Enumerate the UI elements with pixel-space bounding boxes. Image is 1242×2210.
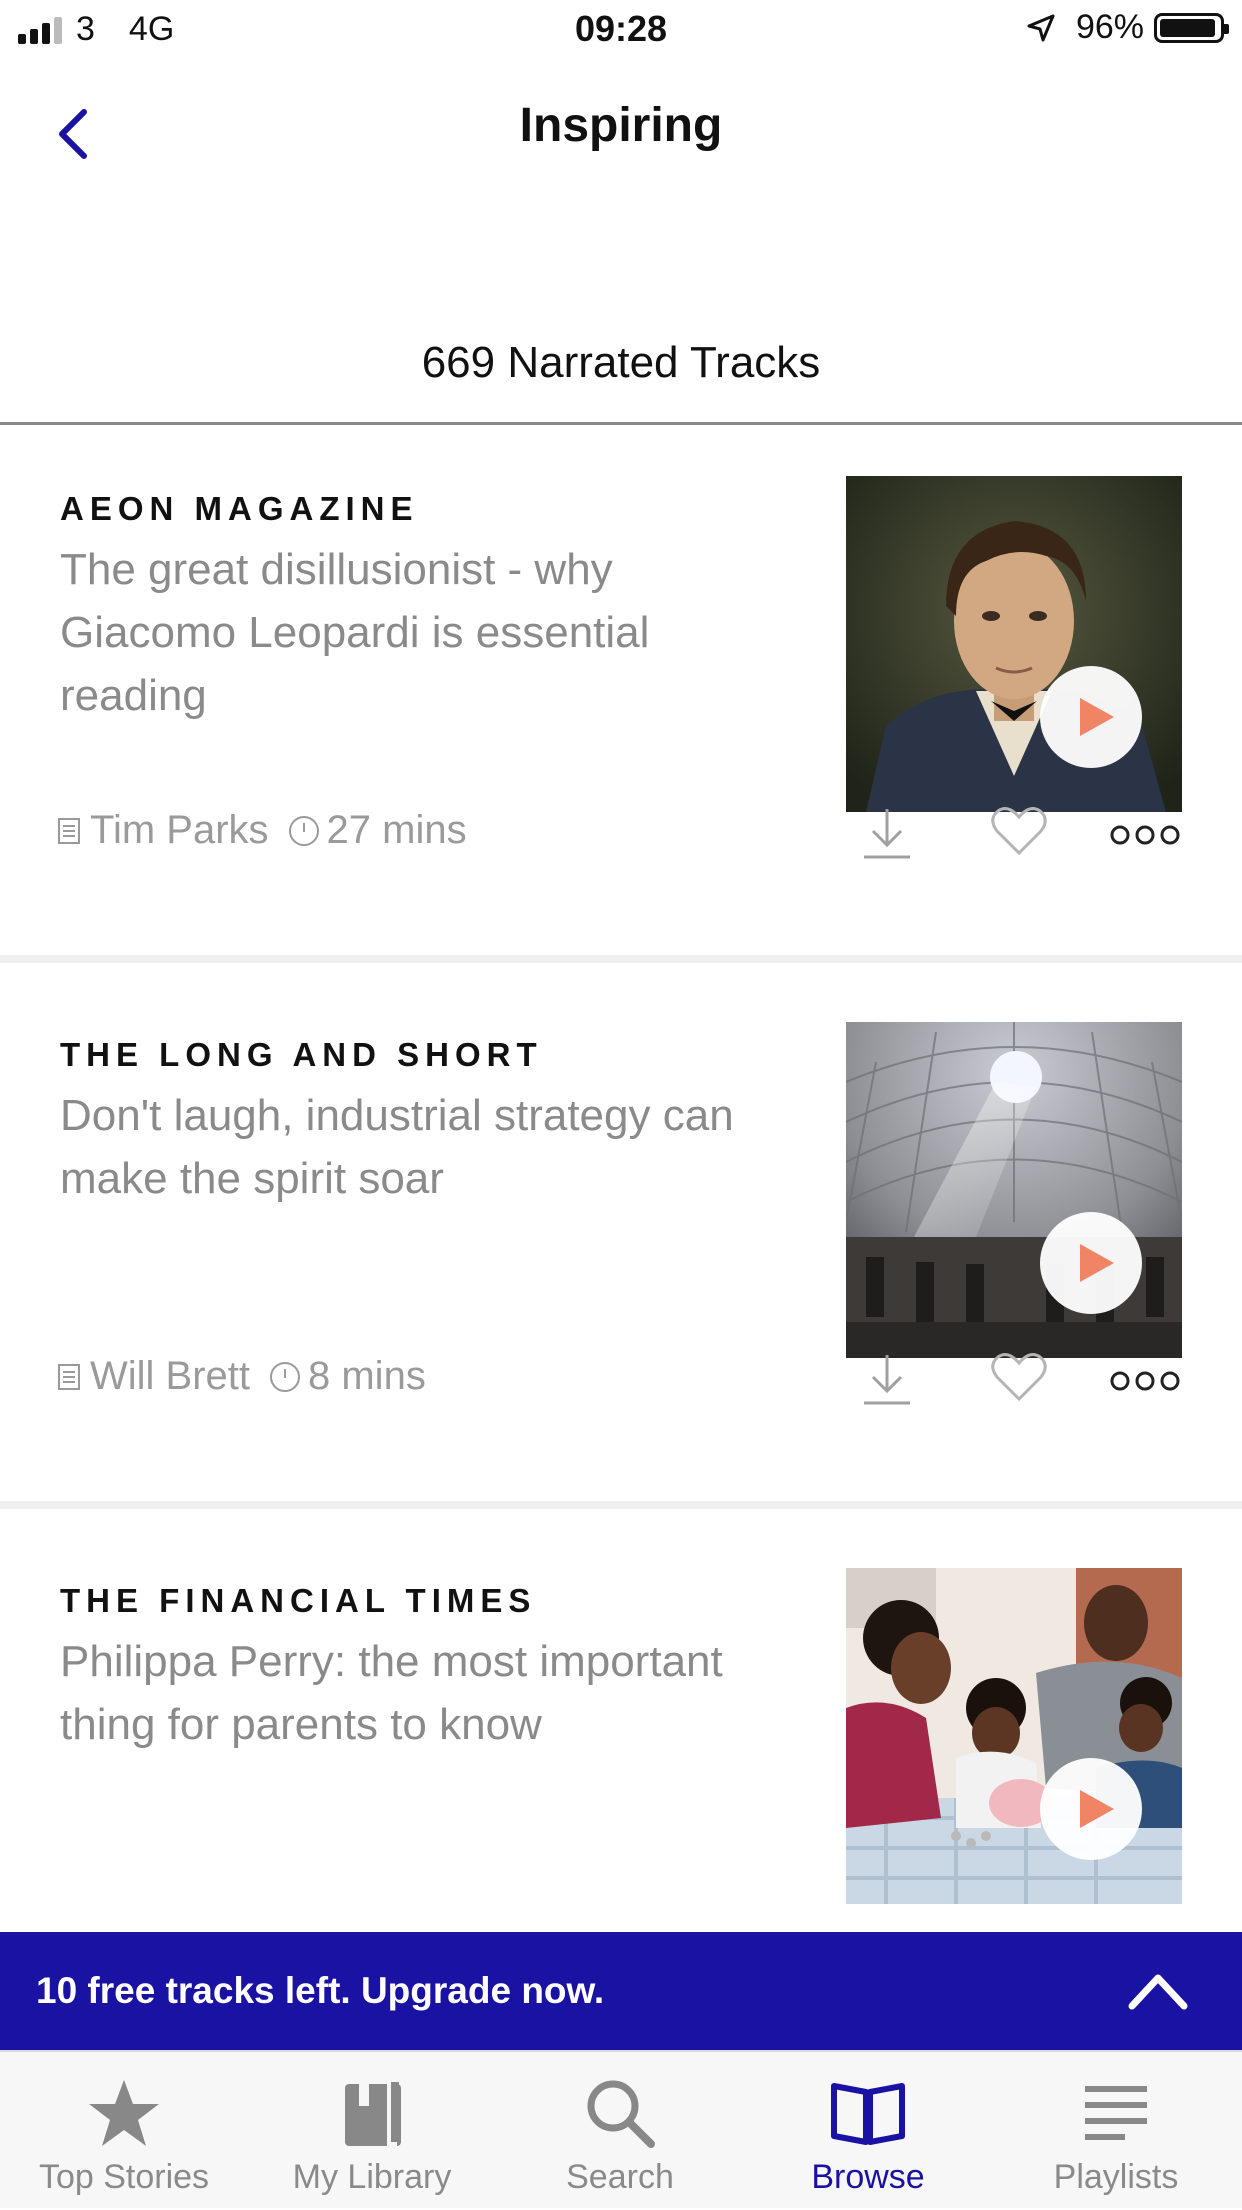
track-source: THE LONG AND SHORT bbox=[60, 1036, 543, 1073]
play-button[interactable] bbox=[1040, 666, 1142, 768]
more-options-icon[interactable] bbox=[1110, 1349, 1180, 1405]
battery-icon bbox=[1154, 12, 1229, 43]
more-options-icon[interactable] bbox=[1110, 803, 1180, 859]
track-actions bbox=[860, 1349, 1190, 1409]
track-meta: Tim Parks 27 mins bbox=[58, 808, 467, 853]
track-actions bbox=[860, 803, 1190, 863]
track-image-pantheon[interactable] bbox=[846, 1022, 1182, 1358]
track-title[interactable]: Don't laugh, industrial strategy can mak… bbox=[60, 1084, 760, 1210]
document-icon bbox=[58, 1363, 80, 1390]
portrait-painting-image bbox=[846, 476, 1182, 812]
chevron-up-icon[interactable] bbox=[1126, 1968, 1190, 2012]
status-right: 96% bbox=[1026, 8, 1229, 47]
play-button[interactable] bbox=[1040, 1212, 1142, 1314]
clock-icon bbox=[270, 1361, 300, 1392]
tab-label: Top Stories bbox=[38, 2158, 210, 2196]
tab-browse[interactable]: Browse bbox=[744, 2052, 992, 2210]
heart-icon[interactable] bbox=[990, 803, 1048, 859]
track-separator bbox=[0, 955, 1242, 963]
track-author: Tim Parks bbox=[90, 808, 269, 852]
track-image-portrait[interactable] bbox=[846, 476, 1182, 812]
tab-label: Search bbox=[566, 2158, 674, 2196]
tab-playlists[interactable]: Playlists bbox=[992, 2052, 1240, 2210]
track-title[interactable]: Philippa Perry: the most important thing… bbox=[60, 1630, 760, 1756]
track-meta: Will Brett 8 mins bbox=[58, 1354, 426, 1399]
tab-label: Playlists bbox=[1053, 2158, 1179, 2196]
track-separator bbox=[0, 1501, 1242, 1509]
download-icon[interactable] bbox=[860, 1349, 914, 1409]
track-source: AEON MAGAZINE bbox=[60, 490, 419, 527]
search-icon bbox=[587, 2080, 655, 2148]
page-title: Inspiring bbox=[519, 99, 723, 152]
open-book-icon bbox=[831, 2083, 905, 2145]
list-icon bbox=[1085, 2086, 1147, 2140]
family-piggy-bank-image bbox=[846, 1568, 1182, 1904]
track-author: Will Brett bbox=[90, 1354, 250, 1398]
pantheon-dome-image bbox=[846, 1022, 1182, 1358]
navigation-bar: Inspiring bbox=[0, 62, 1242, 192]
tab-my-library[interactable]: My Library bbox=[248, 2052, 496, 2210]
tab-label: Browse bbox=[811, 2158, 925, 2196]
heart-icon[interactable] bbox=[990, 1349, 1048, 1405]
download-icon[interactable] bbox=[860, 803, 914, 863]
track-title[interactable]: The great disillusionist - why Giacomo L… bbox=[60, 538, 760, 727]
tab-search[interactable]: Search bbox=[496, 2052, 744, 2210]
track-count: 669 Narrated Tracks bbox=[421, 338, 821, 387]
document-icon bbox=[58, 817, 80, 844]
upgrade-text: 10 free tracks left. Upgrade now. bbox=[36, 1970, 605, 2011]
track-item[interactable]: AEON MAGAZINE The great disillusionist -… bbox=[0, 425, 1242, 965]
tab-bar: Top Stories My Library Search Browse Pla… bbox=[0, 2050, 1242, 2208]
track-duration: 8 mins bbox=[308, 1354, 426, 1398]
track-source: THE FINANCIAL TIMES bbox=[60, 1582, 537, 1619]
clock-icon bbox=[288, 815, 319, 846]
play-button[interactable] bbox=[1040, 1758, 1142, 1860]
tab-label: My Library bbox=[292, 2158, 452, 2196]
battery-percent: 96% bbox=[1075, 8, 1144, 46]
track-item[interactable]: THE LONG AND SHORT Don't laugh, industri… bbox=[0, 971, 1242, 1511]
star-icon bbox=[89, 2080, 159, 2146]
upgrade-banner[interactable]: 10 free tracks left. Upgrade now. bbox=[0, 1932, 1242, 2050]
status-bar: 3 4G 09:28 96% bbox=[0, 0, 1242, 62]
library-icon bbox=[345, 2080, 401, 2146]
location-arrow-icon bbox=[1027, 14, 1055, 41]
track-image-family[interactable] bbox=[846, 1568, 1182, 1904]
track-duration: 27 mins bbox=[326, 808, 467, 852]
tab-top-stories[interactable]: Top Stories bbox=[0, 2052, 248, 2210]
